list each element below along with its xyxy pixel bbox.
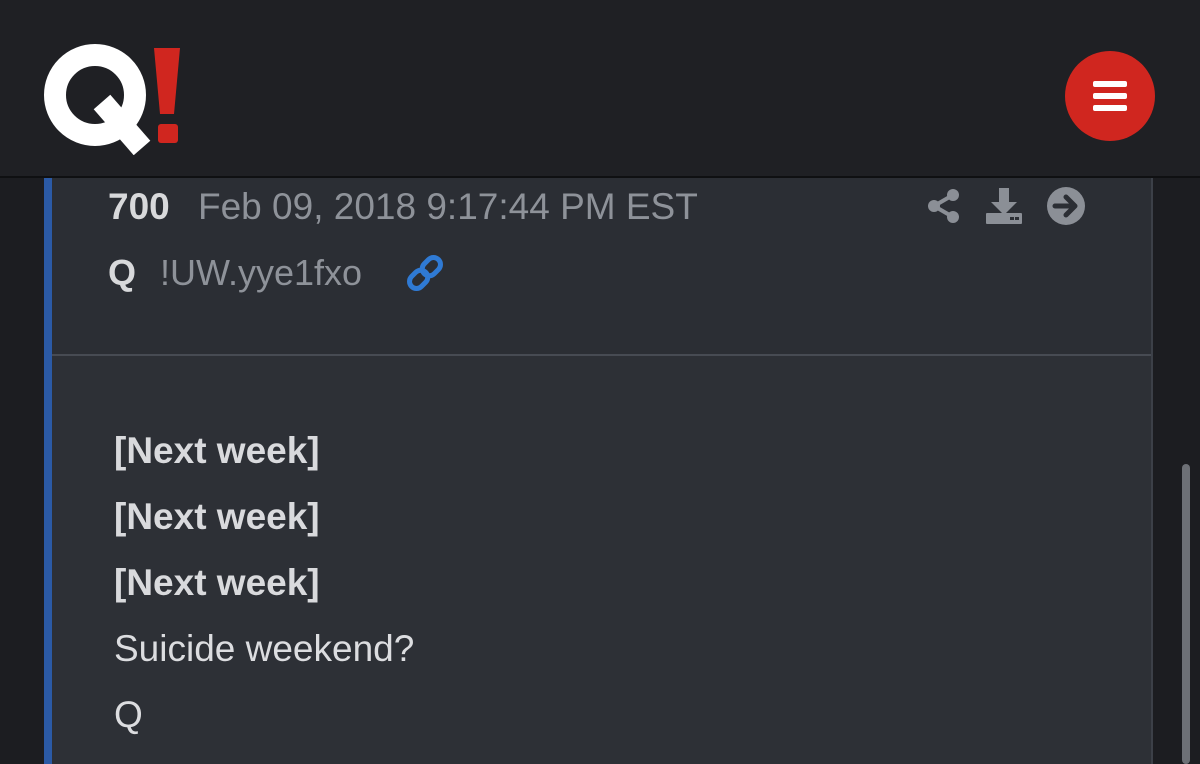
post-line-4: Suicide weekend? xyxy=(114,628,415,669)
post-signature: Q xyxy=(114,694,143,735)
q-logo[interactable] xyxy=(40,40,190,155)
scrollbar-thumb[interactable] xyxy=(1182,464,1190,764)
menu-button[interactable] xyxy=(1065,51,1155,141)
post-accent-bar xyxy=(44,178,52,764)
post-header: 700 Feb 09, 2018 9:17:44 PM EST Q !UW.yy… xyxy=(52,178,1151,356)
arrow-right-circle-icon[interactable] xyxy=(1046,186,1086,226)
post-body: [Next week] [Next week] [Next week] Suic… xyxy=(52,356,1151,764)
post-tripcode: !UW.yye1fxo xyxy=(160,252,363,293)
post-author: Q xyxy=(108,252,137,293)
post-line-3: [Next week] xyxy=(114,562,320,603)
share-icon[interactable] xyxy=(924,186,964,226)
post-card: 700 Feb 09, 2018 9:17:44 PM EST Q !UW.yy… xyxy=(52,178,1153,764)
download-icon[interactable] xyxy=(984,186,1024,226)
top-bar xyxy=(0,0,1200,178)
hamburger-icon xyxy=(1093,81,1127,87)
post-line-1: [Next week] xyxy=(114,430,320,471)
post-line-2: [Next week] xyxy=(114,496,320,537)
post-area: 700 Feb 09, 2018 9:17:44 PM EST Q !UW.yy… xyxy=(0,178,1200,764)
post-timestamp: Feb 09, 2018 9:17:44 PM EST xyxy=(198,186,698,227)
post-number: 700 xyxy=(108,186,170,227)
link-icon[interactable] xyxy=(404,252,446,294)
